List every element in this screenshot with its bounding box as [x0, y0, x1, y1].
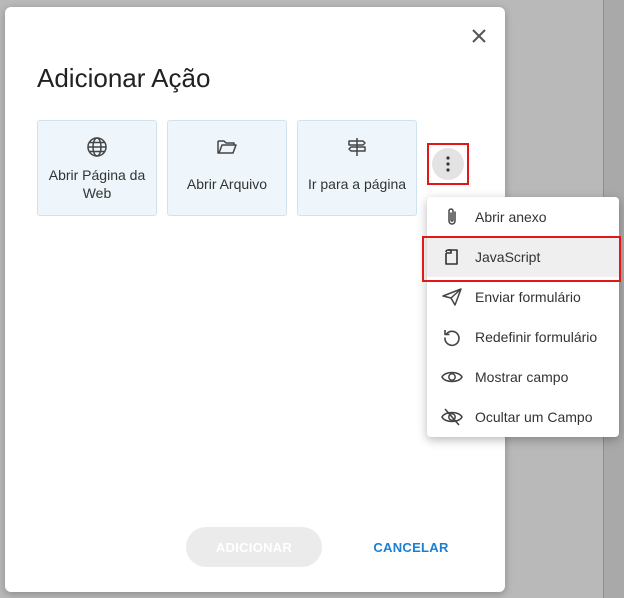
action-open-web-page[interactable]: Abrir Página da Web — [37, 120, 157, 216]
more-vertical-icon — [446, 156, 450, 172]
signpost-icon — [348, 138, 366, 156]
more-actions-highlight — [427, 143, 469, 185]
menu-item-label: Enviar formulário — [475, 289, 581, 305]
menu-item-label: JavaScript — [475, 249, 541, 265]
close-button[interactable] — [467, 24, 491, 48]
action-label: Abrir Arquivo — [186, 176, 268, 192]
menu-item-submit-form[interactable]: Enviar formulário — [427, 277, 619, 317]
menu-item-label: Redefinir formulário — [475, 329, 598, 345]
folder-open-icon — [217, 140, 237, 154]
menu-item-reset-form[interactable]: Redefinir formulário — [427, 317, 619, 357]
eye-icon — [441, 371, 463, 383]
menu-item-show-field[interactable]: Mostrar campo — [427, 357, 619, 397]
action-label: Ir para a página — [307, 176, 407, 192]
reset-icon — [444, 330, 460, 347]
eye-off-icon — [441, 408, 463, 426]
menu-item-label: Mostrar campo — [475, 369, 569, 385]
action-label: Abrir Página da Web — [48, 167, 146, 201]
dialog-title: Adicionar Ação — [37, 63, 211, 93]
close-icon — [472, 29, 486, 43]
menu-item-open-attachment[interactable]: Abrir anexo — [427, 197, 619, 237]
javascript-icon — [445, 249, 458, 265]
more-actions-button[interactable] — [432, 148, 464, 180]
send-icon — [442, 288, 462, 306]
more-actions-menu: Abrir anexo JavaScript Enviar formulário — [427, 197, 619, 437]
cancel-button[interactable]: CANCELAR — [357, 527, 465, 567]
menu-item-javascript[interactable]: JavaScript — [427, 237, 619, 277]
action-open-file[interactable]: Abrir Arquivo — [167, 120, 287, 216]
menu-item-hide-field[interactable]: Ocultar um Campo — [427, 397, 619, 437]
add-button[interactable]: ADICIONAR — [186, 527, 322, 567]
globe-icon — [87, 137, 107, 157]
menu-item-label: Abrir anexo — [475, 209, 547, 225]
action-go-to-page[interactable]: Ir para a página — [297, 120, 417, 216]
menu-item-label: Ocultar um Campo — [475, 409, 593, 425]
paperclip-icon — [448, 208, 456, 225]
